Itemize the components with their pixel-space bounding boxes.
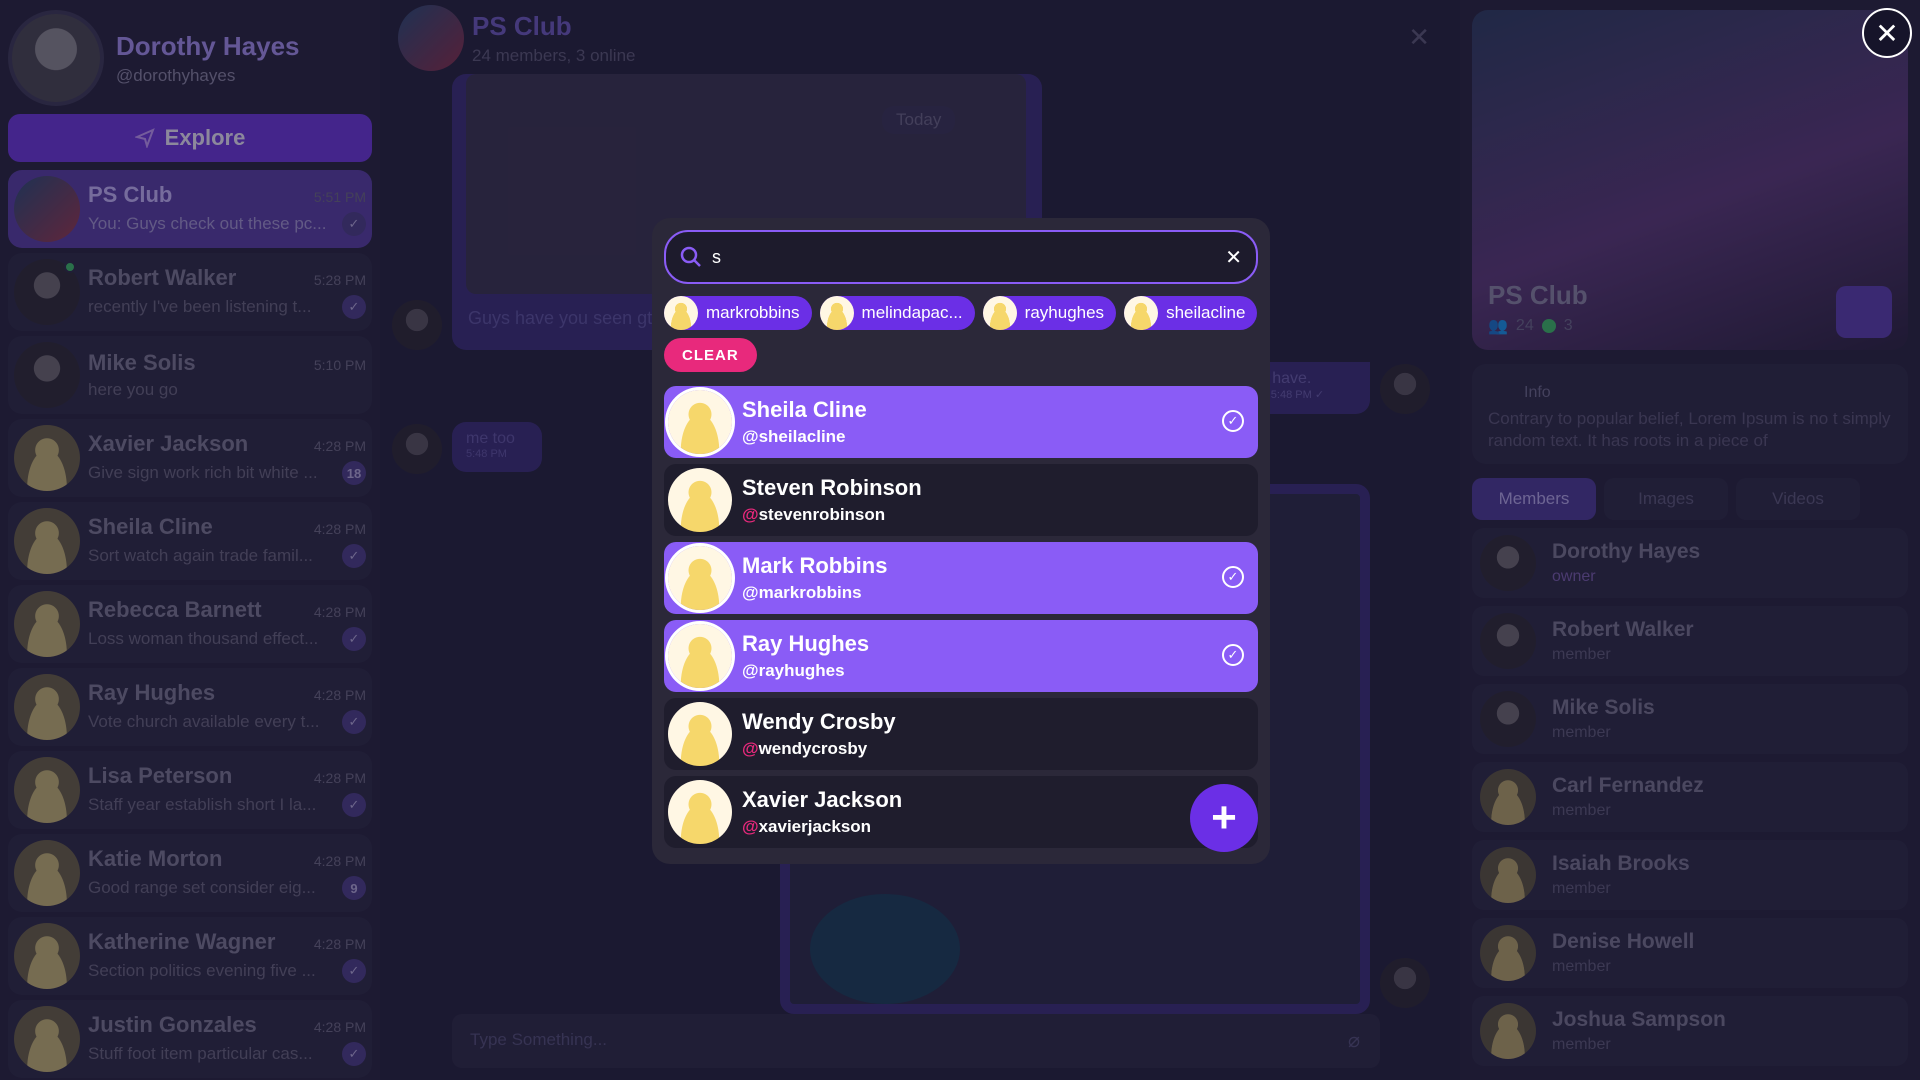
chip-label: rayhughes xyxy=(1024,303,1105,322)
avatar xyxy=(1124,296,1159,330)
user-name: Mark Robbins xyxy=(742,553,888,578)
search-input[interactable]: s ✕ xyxy=(664,230,1258,284)
check-icon[interactable]: ✓ xyxy=(1222,644,1244,666)
user-result-row[interactable]: Steven Robinson @stevenrobinson xyxy=(664,464,1258,536)
selected-user-chip[interactable]: rayhughes xyxy=(982,296,1117,330)
check-icon[interactable]: ✓ xyxy=(1222,566,1244,588)
avatar xyxy=(668,546,732,610)
user-name: Xavier Jackson xyxy=(742,787,903,812)
user-handle: @markrobbins xyxy=(742,583,862,602)
chip-label: sheilacline xyxy=(1166,303,1246,322)
avatar xyxy=(668,390,732,454)
chip-label: melindapac... xyxy=(861,303,963,322)
avatar xyxy=(982,296,1017,330)
add-members-button[interactable]: + xyxy=(1190,784,1258,852)
user-result-row[interactable]: Sheila Cline @sheilacline ✓ xyxy=(664,386,1258,458)
close-icon[interactable]: ✕ xyxy=(1862,8,1912,58)
user-name: Wendy Crosby xyxy=(742,709,896,734)
avatar xyxy=(664,296,698,330)
user-name: Steven Robinson xyxy=(742,475,922,500)
user-name: Sheila Cline xyxy=(742,397,867,422)
chip-label: markrobbins xyxy=(706,303,800,322)
add-members-modal: s ✕ markrobbins melindapac... rayhughes … xyxy=(652,218,1270,864)
selected-user-chip[interactable]: markrobbins xyxy=(664,296,812,330)
search-value[interactable]: s xyxy=(712,247,1225,268)
clear-selection-button[interactable]: CLEAR xyxy=(664,338,757,372)
check-icon[interactable]: ✓ xyxy=(1222,410,1244,432)
user-name: Ray Hughes xyxy=(742,631,870,656)
user-results: Sheila Cline @sheilacline ✓ Steven Robin… xyxy=(664,386,1258,848)
selected-user-chip[interactable]: sheilacline xyxy=(1124,296,1258,330)
avatar xyxy=(668,780,732,844)
user-handle: @wendycrosby xyxy=(742,739,868,758)
search-icon xyxy=(680,246,701,267)
selected-user-chip[interactable]: melindapac... xyxy=(819,296,975,330)
user-handle: @rayhughes xyxy=(742,661,845,680)
user-handle: @stevenrobinson xyxy=(742,505,886,524)
user-handle: @sheilacline xyxy=(742,427,846,446)
avatar xyxy=(668,702,732,766)
selected-chips: markrobbins melindapac... rayhughes shei… xyxy=(664,296,1264,372)
clear-search-icon[interactable]: ✕ xyxy=(1225,245,1242,270)
avatar xyxy=(668,624,732,688)
user-result-row[interactable]: Xavier Jackson @xavierjackson xyxy=(664,776,1258,848)
user-result-row[interactable]: Mark Robbins @markrobbins ✓ xyxy=(664,542,1258,614)
user-result-row[interactable]: Wendy Crosby @wendycrosby xyxy=(664,698,1258,770)
avatar xyxy=(668,468,732,532)
avatar xyxy=(819,296,854,330)
user-result-row[interactable]: Ray Hughes @rayhughes ✓ xyxy=(664,620,1258,692)
user-handle: @xavierjackson xyxy=(742,817,872,836)
